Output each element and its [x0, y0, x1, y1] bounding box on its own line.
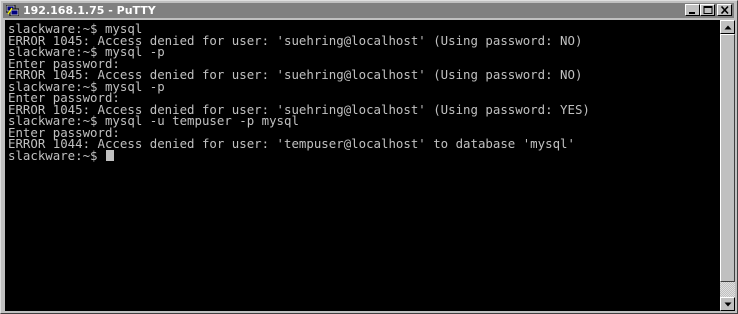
- minimize-icon: [689, 12, 695, 14]
- scroll-down-button[interactable]: [720, 297, 735, 311]
- scroll-down-arrow-icon: [724, 302, 732, 307]
- maximize-icon: [703, 6, 713, 14]
- terminal-prompt-line: slackware:~$: [8, 147, 720, 163]
- scroll-thumb[interactable]: [720, 34, 735, 282]
- minimize-button[interactable]: [685, 4, 700, 16]
- window-controls: [685, 4, 732, 16]
- vertical-scrollbar[interactable]: [720, 20, 735, 311]
- terminal-prompt: slackware:~$: [8, 147, 105, 163]
- close-icon: [720, 6, 729, 14]
- putty-window: 192.168.1.75 - PuTTY slackware:~$ mysql …: [0, 0, 738, 314]
- terminal-screen[interactable]: slackware:~$ mysql ERROR 1045: Access de…: [5, 20, 720, 311]
- scroll-up-button[interactable]: [720, 20, 735, 34]
- title-bar[interactable]: 192.168.1.75 - PuTTY: [3, 3, 734, 18]
- scroll-up-arrow-icon: [724, 25, 732, 30]
- maximize-button[interactable]: [700, 4, 715, 16]
- text-cursor: [105, 149, 114, 161]
- close-button[interactable]: [717, 4, 732, 16]
- terminal-line: ERROR 1044: Access denied for user: 'tem…: [8, 136, 575, 151]
- putty-icon[interactable]: [6, 5, 19, 16]
- window-title: 192.168.1.75 - PuTTY: [23, 4, 156, 17]
